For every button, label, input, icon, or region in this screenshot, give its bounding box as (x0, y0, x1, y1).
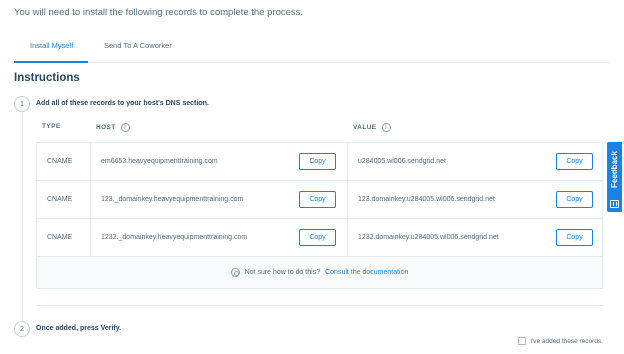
tab-bar: Install Myself Send To A Coworker (14, 31, 610, 63)
column-divider (347, 219, 348, 256)
host-info-icon[interactable]: i (120, 123, 130, 132)
column-header-host: HOST i (96, 123, 130, 132)
section-divider (36, 305, 603, 306)
feedback-label[interactable]: Feedback (608, 144, 621, 196)
copy-value-button[interactable]: Copy (556, 153, 593, 170)
page-title: Instructions (14, 72, 80, 84)
feedback-icon (610, 200, 619, 208)
column-divider (90, 143, 91, 180)
column-divider (347, 181, 348, 218)
record-host: em6653.heavyequipmenttraining.com (101, 158, 218, 165)
documentation-link[interactable]: Consult the documentation (325, 269, 408, 276)
tab-send-to-coworker[interactable]: Send To A Coworker (104, 41, 172, 50)
copy-host-button[interactable]: Copy (299, 191, 336, 208)
copy-host-button[interactable]: Copy (299, 153, 336, 170)
record-host: 1232._domainkey.heavyequipmenttraining.c… (101, 234, 248, 241)
intro-text: You will need to install the following r… (14, 7, 304, 18)
copy-value-button[interactable]: Copy (556, 191, 593, 208)
added-records-checkbox-row[interactable]: I've added these records. (518, 337, 603, 345)
help-lifebuoy-icon (230, 268, 240, 277)
record-type: CNAME (47, 196, 73, 203)
record-host: 123._domainkey.heavyequipmenttraining.co… (101, 196, 244, 203)
help-footer: Not sure how to do this? Consult the doc… (37, 257, 602, 288)
step-1-label: Add all of these records to your host's … (36, 100, 209, 107)
column-divider (90, 181, 91, 218)
step-1-number: 1 (14, 96, 30, 112)
tab-install-myself[interactable]: Install Myself (30, 41, 73, 50)
copy-value-button[interactable]: Copy (556, 229, 593, 246)
step-2-label: Once added, press Verify. (36, 325, 122, 332)
column-header-host-label: HOST (96, 124, 116, 131)
feedback-tab[interactable]: Feedback (607, 142, 622, 212)
table-row: CNAME 123._domainkey.heavyequipmenttrain… (37, 181, 602, 219)
active-tab-indicator (14, 61, 88, 63)
column-header-type: TYPE (42, 123, 61, 130)
record-value: u284005.wl006.sendgrid.net (358, 158, 446, 165)
record-value: 1232.domainkey.u284005.wl006.sendgrid.ne… (358, 234, 499, 241)
record-value: 123.domainkey.u284005.wl006.sendgrid.net (358, 196, 495, 203)
dns-records-table: CNAME em6653.heavyequipmenttraining.com … (36, 142, 603, 289)
step-guide-line (22, 112, 23, 322)
step-2-number: 2 (14, 321, 30, 337)
table-row: CNAME 1232._domainkey.heavyequipmenttrai… (37, 219, 602, 257)
added-records-checkbox-label[interactable]: I've added these records. (530, 338, 603, 345)
column-divider (90, 219, 91, 256)
column-header-type-label: TYPE (42, 123, 61, 130)
table-row: CNAME em6653.heavyequipmenttraining.com … (37, 143, 602, 181)
column-header-value: VALUE i (353, 123, 391, 132)
column-divider (347, 143, 348, 180)
record-type: CNAME (47, 158, 73, 165)
record-type: CNAME (47, 234, 73, 241)
value-info-icon[interactable]: i (381, 123, 391, 132)
column-header-value-label: VALUE (353, 124, 377, 131)
added-records-checkbox[interactable] (518, 337, 527, 345)
copy-host-button[interactable]: Copy (299, 229, 336, 246)
help-text: Not sure how to do this? (244, 269, 321, 276)
